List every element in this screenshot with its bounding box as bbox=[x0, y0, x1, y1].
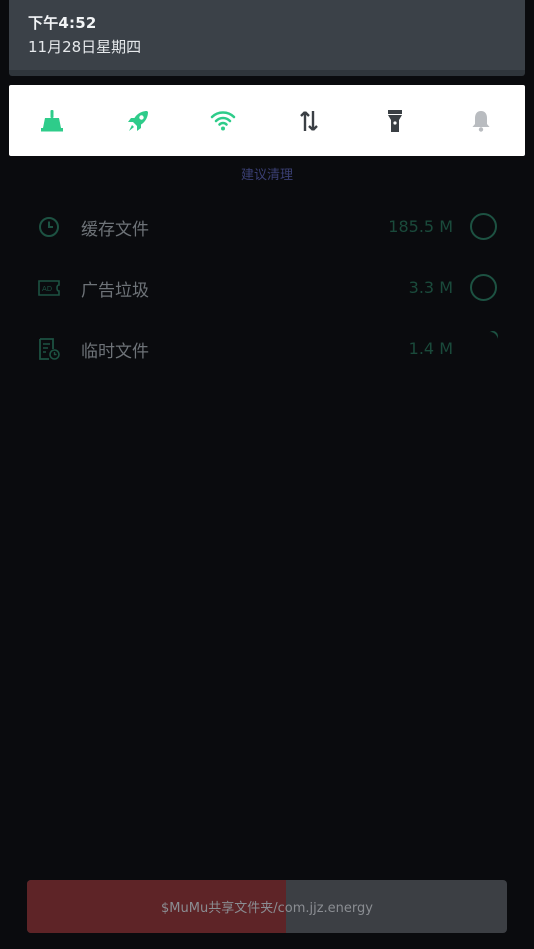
toggle-clean[interactable] bbox=[37, 106, 67, 136]
status-date: 11月28日星期四 bbox=[28, 38, 142, 56]
rocket-icon bbox=[128, 111, 148, 131]
list-item[interactable]: 缓存文件 185.5 M bbox=[0, 206, 534, 246]
list-item-size: 3.3 M bbox=[408, 278, 453, 297]
suggestion-label: 建议清理 bbox=[240, 168, 293, 183]
toggle-boost[interactable] bbox=[123, 106, 153, 136]
notification-header: 下午4:52 11月28日星期四 bbox=[9, 0, 525, 76]
broom-icon bbox=[41, 110, 63, 132]
toggle-flashlight[interactable] bbox=[380, 106, 410, 136]
temp-file-icon bbox=[37, 337, 61, 361]
select-checkbox[interactable] bbox=[470, 274, 497, 301]
ad-icon: AD bbox=[37, 276, 61, 300]
bell-icon bbox=[472, 111, 490, 132]
status-time: 下午4:52 bbox=[28, 14, 97, 32]
list-item-label: 广告垃圾 bbox=[81, 281, 149, 301]
list-item-size: 185.5 M bbox=[388, 217, 453, 236]
flashlight-icon bbox=[388, 110, 402, 132]
scan-path-label: $MuMu共享文件夹/com.jjz.energy bbox=[161, 901, 373, 916]
wifi-icon bbox=[210, 111, 236, 131]
list-item-size: 1.4 M bbox=[408, 339, 453, 358]
list-item-label: 缓存文件 bbox=[81, 220, 149, 240]
select-checkbox[interactable] bbox=[470, 213, 497, 240]
data-transfer-icon bbox=[300, 111, 318, 131]
quick-toggles-panel bbox=[9, 85, 525, 156]
list-item-label: 临时文件 bbox=[81, 342, 149, 362]
toggle-wifi[interactable] bbox=[208, 106, 238, 136]
loading-spinner-icon bbox=[485, 328, 501, 344]
scan-progress-button[interactable]: $MuMu共享文件夹/com.jjz.energy bbox=[27, 880, 507, 933]
list-item[interactable]: AD 广告垃圾 3.3 M bbox=[0, 267, 534, 307]
toggle-sound[interactable] bbox=[466, 106, 496, 136]
svg-text:AD: AD bbox=[42, 285, 52, 293]
clock-icon bbox=[37, 215, 61, 239]
toggle-data[interactable] bbox=[294, 106, 324, 136]
list-item[interactable]: 临时文件 1.4 M bbox=[0, 328, 534, 368]
